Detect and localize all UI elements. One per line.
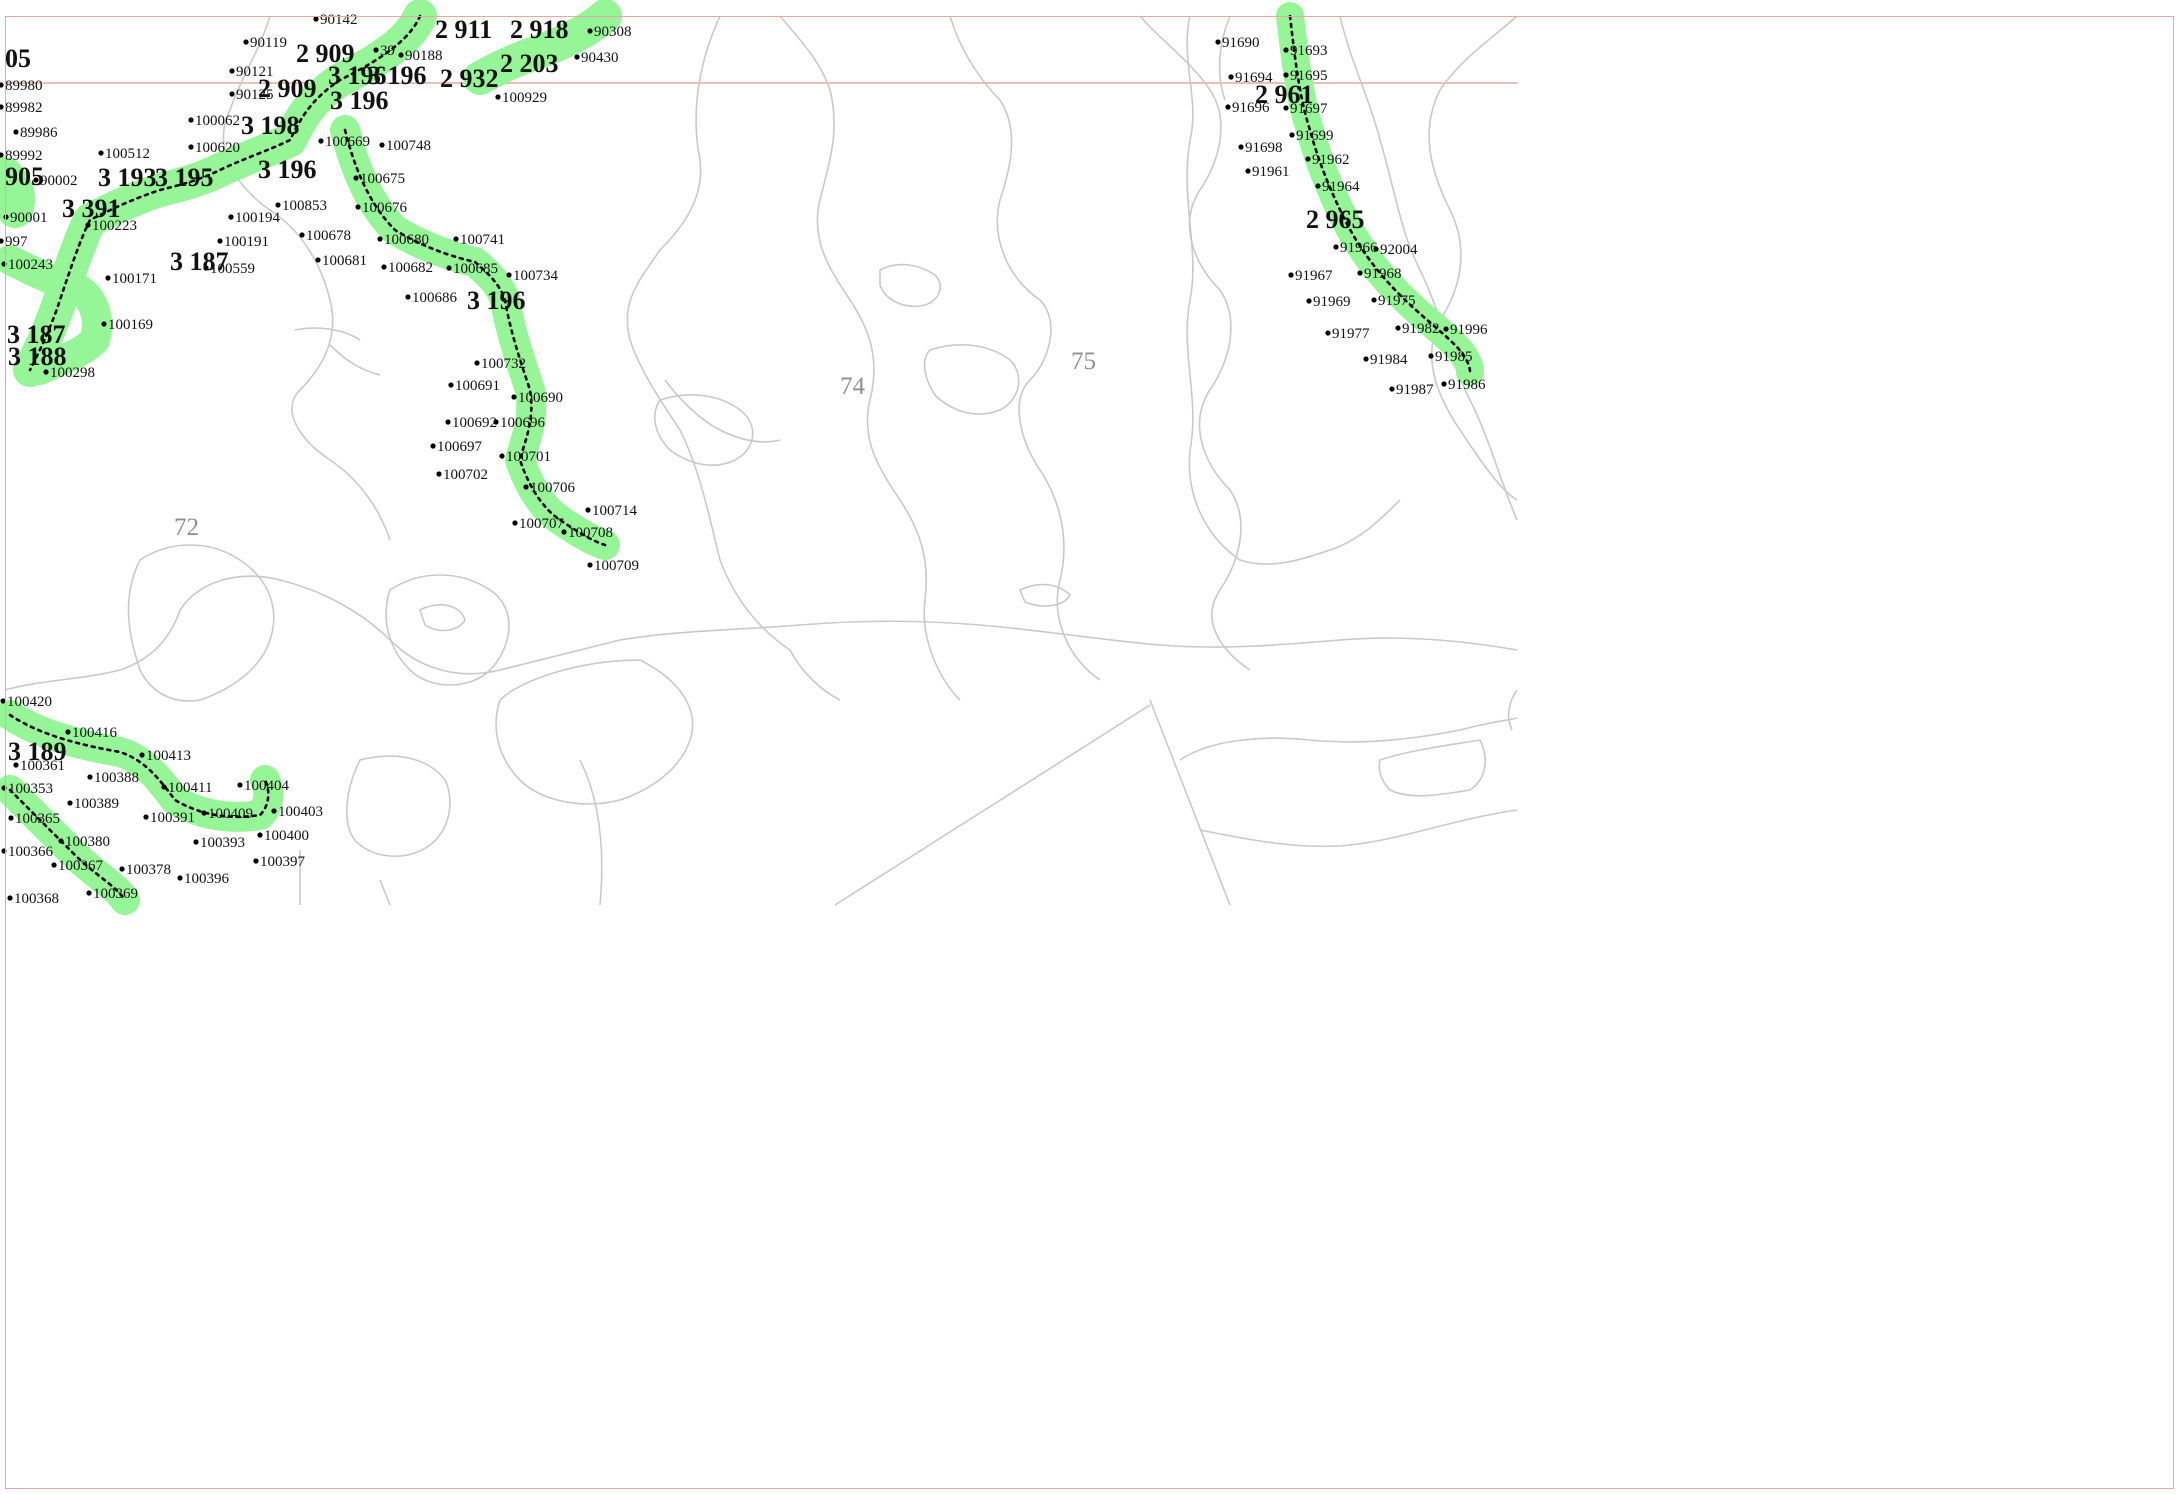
page-frame <box>5 16 2174 1489</box>
route-node <box>0 104 4 110</box>
route-node <box>0 152 4 158</box>
route-node <box>0 82 4 88</box>
route-node <box>0 238 4 244</box>
map-viewport[interactable]: 72 74 75 2 911 2 918 2 909 3 196 3 196 2… <box>0 0 2179 1494</box>
